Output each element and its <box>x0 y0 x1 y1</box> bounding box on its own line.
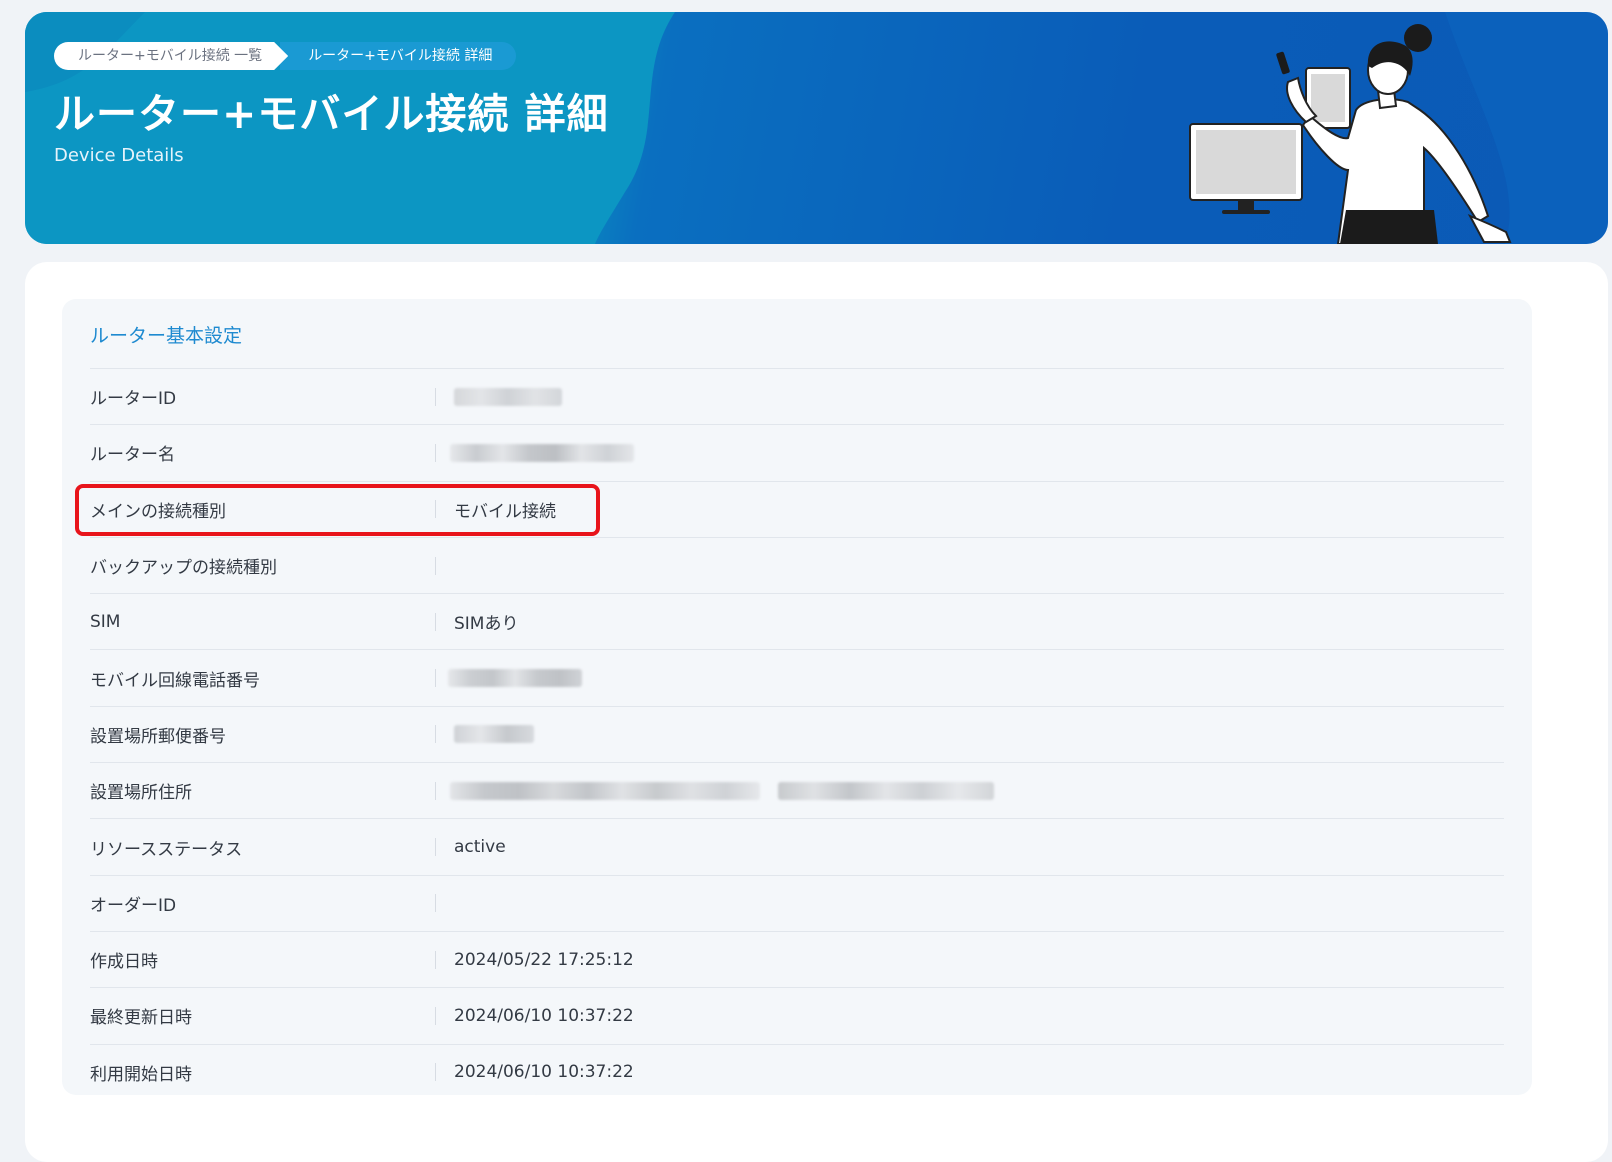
redacted-value <box>450 781 760 800</box>
row-label: 設置場所住所 <box>90 783 192 804</box>
detail-row-router-name: ルーター名 <box>90 424 1504 480</box>
row-divider <box>435 669 436 688</box>
row-label: 設置場所郵便番号 <box>90 726 226 747</box>
detail-row-address: 設置場所住所 <box>90 762 1504 818</box>
row-divider <box>435 387 436 406</box>
row-label: 利用開始日時 <box>90 1064 192 1085</box>
breadcrumb-item-list[interactable]: ルーター+モバイル接続 一覧 <box>54 42 289 70</box>
row-value: SIMあり <box>454 614 519 635</box>
breadcrumb-item-current: ルーター+モバイル接続 詳細 <box>280 42 517 70</box>
detail-row-start-at: 利用開始日時 2024/06/10 10:37:22 <box>90 1043 1504 1100</box>
detail-row-router-id: ルーターID <box>90 368 1504 424</box>
row-label: オーダーID <box>90 895 177 916</box>
person-with-devices-illustration <box>1189 24 1512 244</box>
redacted-value <box>454 387 562 406</box>
detail-row-postal-code: 設置場所郵便番号 <box>90 705 1504 762</box>
row-divider <box>435 894 436 913</box>
content-card: ルーター基本設定 ルーターID ルーター名 メインの接続種別 モバイル接続 バッ… <box>25 262 1608 1162</box>
row-value: 2024/06/10 10:37:22 <box>454 1005 634 1026</box>
detail-row-updated-at: 最終更新日時 2024/06/10 10:37:22 <box>90 987 1504 1043</box>
detail-row-resource-status: リソースステータス active <box>90 818 1504 874</box>
row-divider <box>435 781 436 800</box>
row-label: バックアップの接続種別 <box>90 558 277 579</box>
row-value: active <box>454 837 506 858</box>
row-label: 作成日時 <box>90 952 158 973</box>
detail-row-mobile-phone-number: モバイル回線電話番号 <box>90 649 1504 705</box>
redacted-value <box>448 669 582 688</box>
row-label: ルーターID <box>90 389 177 410</box>
row-label: ルーター名 <box>90 445 175 466</box>
row-divider <box>435 1063 436 1082</box>
detail-row-sim: SIM SIMあり <box>90 593 1504 649</box>
detail-row-order-id: オーダーID <box>90 874 1504 931</box>
section-title: ルーター基本設定 <box>90 325 243 347</box>
detail-row-backup-connection-type: バックアップの接続種別 <box>90 536 1504 593</box>
breadcrumb: ルーター+モバイル接続 一覧 ルーター+モバイル接続 詳細 <box>54 42 517 70</box>
row-label: モバイル回線電話番号 <box>90 670 260 691</box>
row-value: 2024/05/22 17:25:12 <box>454 949 634 970</box>
row-value: 2024/06/10 10:37:22 <box>454 1062 634 1083</box>
row-divider <box>435 443 436 462</box>
row-label: リソースステータス <box>90 839 243 860</box>
row-divider <box>435 950 436 969</box>
page-title: ルーター+モバイル接続 詳細 <box>54 90 609 138</box>
page-header-banner: ルーター+モバイル接続 一覧 ルーター+モバイル接続 詳細 ルーター+モバイル接… <box>25 12 1608 244</box>
redacted-value <box>450 443 634 462</box>
row-label: 最終更新日時 <box>90 1008 192 1029</box>
redacted-value <box>454 725 534 744</box>
row-divider <box>435 1006 436 1025</box>
row-divider <box>435 725 436 744</box>
page-subtitle: Device Details <box>54 145 184 166</box>
row-divider <box>435 838 436 857</box>
row-label: SIM <box>90 611 121 632</box>
redacted-value <box>778 781 994 800</box>
highlight-annotation <box>75 484 600 536</box>
row-divider <box>435 612 436 631</box>
details-table: ルーターID ルーター名 メインの接続種別 モバイル接続 バックアップの接続種別 <box>90 368 1504 1100</box>
row-divider <box>435 556 436 575</box>
router-basic-settings-panel: ルーター基本設定 ルーターID ルーター名 メインの接続種別 モバイル接続 バッ… <box>62 299 1532 1095</box>
detail-row-created-at: 作成日時 2024/05/22 17:25:12 <box>90 930 1504 987</box>
